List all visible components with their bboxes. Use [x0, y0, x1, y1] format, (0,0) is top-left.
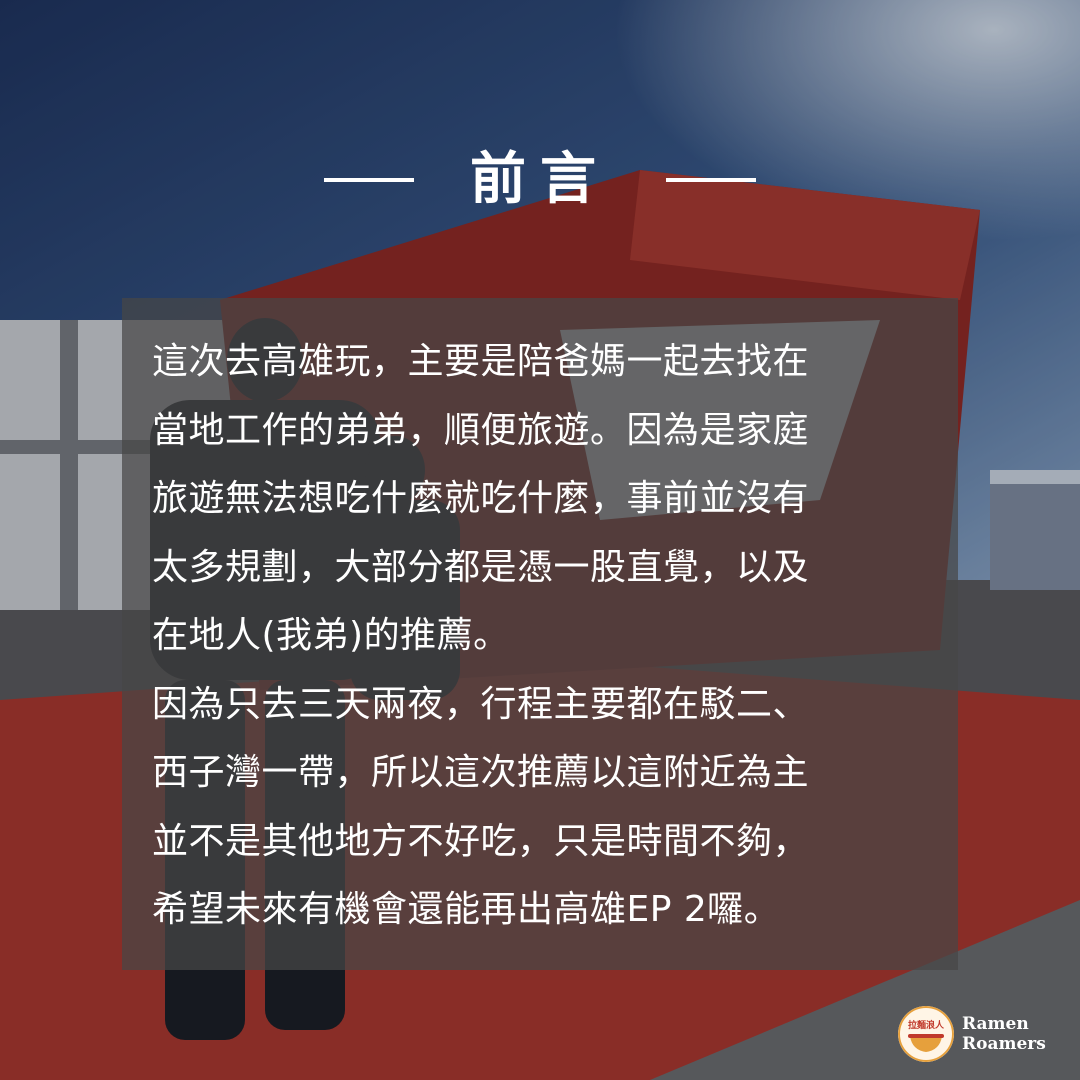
text-line: 在地人(我弟)的推薦。 [152, 615, 510, 656]
text-line: 西子灣一帶，所以這次推薦以這附近為主 [152, 752, 810, 793]
title-right-dash [666, 178, 756, 182]
brand-name-line2: Roamers [962, 1034, 1046, 1054]
page-title: 前言 [470, 147, 610, 212]
brand-logo: 拉麵浪人 Ramen Roamers [898, 1006, 1046, 1062]
intro-text: 這次去高雄玩，主要是陪爸媽一起去找在 當地工作的弟弟，順便旅遊。因為是家庭 旅遊… [152, 328, 942, 945]
title-left-dash [324, 178, 414, 182]
text-line: 並不是其他地方不好吃，只是時間不夠， [152, 820, 810, 862]
title-row: 前言 [0, 140, 1080, 220]
text-line: 這次去高雄玩，主要是陪爸媽一起去找在 [152, 341, 810, 382]
text-line: 因為只去三天兩夜，行程主要都在駁二、 [152, 683, 810, 725]
text-line: 太多規劃，大部分都是憑一股直覺，以及 [152, 546, 810, 588]
svg-text:拉麵浪人: 拉麵浪人 [908, 1019, 945, 1031]
ramen-bowl-icon: 拉麵浪人 [898, 1006, 954, 1062]
text-line: 當地工作的弟弟，順便旅遊。因為是家庭 [152, 409, 810, 451]
text-line: 旅遊無法想吃什麼就吃什麼，事前並沒有 [152, 478, 810, 519]
brand-name-line1: Ramen [962, 1014, 1029, 1034]
text-line: 希望未來有機會還能再出高雄EP 2囉。 [152, 889, 781, 930]
